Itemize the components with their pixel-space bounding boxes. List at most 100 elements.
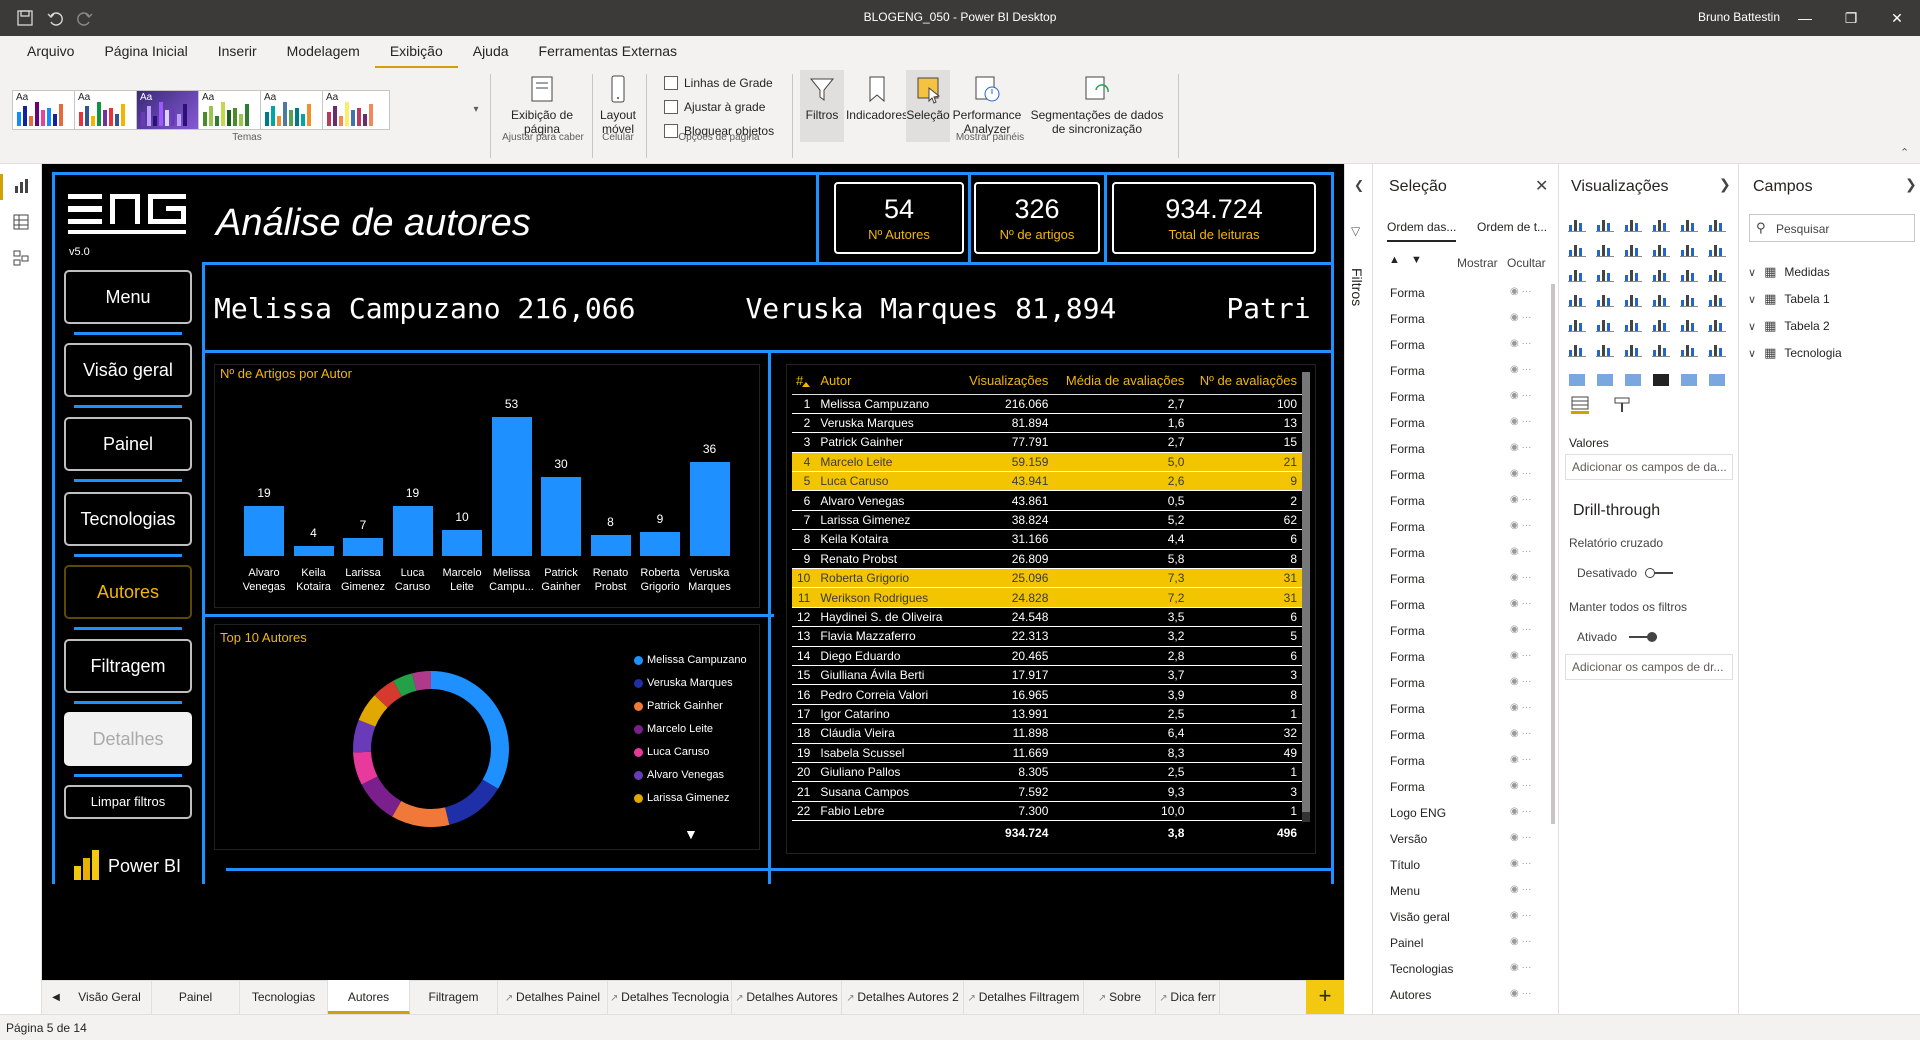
format-paint-icon[interactable] (1613, 396, 1631, 414)
eye-icon[interactable]: ◉ ··· (1510, 286, 1532, 297)
close-icon[interactable]: ✕ (1535, 176, 1548, 196)
chevron-down-icon[interactable]: ∨ (1748, 320, 1756, 333)
selection-item[interactable]: Forma ◉ ··· (1390, 728, 1540, 742)
visual-type-icon[interactable] (1708, 241, 1726, 257)
gridlines-checkbox[interactable]: Linhas de Grade (664, 76, 773, 90)
selection-item[interactable]: Forma ◉ ··· (1390, 416, 1540, 430)
page-tab-11[interactable]: ↗ Dica ferr (1156, 980, 1220, 1014)
visual-type-icon[interactable] (1624, 341, 1642, 357)
selection-item[interactable]: Forma ◉ ··· (1390, 520, 1540, 534)
page-tab-9[interactable]: ↗ Detalhes Filtragem (964, 980, 1084, 1014)
table-row[interactable]: 22 Fabio Lebre 7.300 10,0 1 (792, 801, 1302, 822)
eye-icon[interactable]: ◉ ··· (1510, 962, 1532, 973)
field-table-item[interactable]: ∨ ▦ Tecnologia (1748, 345, 1842, 361)
visual-type-icon[interactable] (1596, 216, 1614, 232)
eye-icon[interactable]: ◉ ··· (1510, 936, 1532, 947)
legend-item[interactable]: Larissa Gimenez (634, 792, 730, 804)
performance-analyzer-button[interactable]: Performance Analyzer (950, 74, 1024, 136)
nav-menu-button[interactable]: Menu (64, 270, 192, 324)
column-header[interactable]: Visualizações (960, 368, 1054, 395)
eye-icon[interactable]: ◉ ··· (1510, 702, 1532, 713)
custom-visual-icon[interactable] (1708, 372, 1726, 388)
custom-visual-icon[interactable] (1652, 372, 1670, 388)
keep-filters-toggle[interactable] (1629, 632, 1657, 642)
visual-type-icon[interactable] (1652, 266, 1670, 282)
selection-item[interactable]: Painel ◉ ··· (1390, 936, 1540, 950)
legend-item[interactable]: Alvaro Venegas (634, 769, 724, 781)
visual-type-icon[interactable] (1568, 291, 1586, 307)
visual-type-icon[interactable] (1680, 216, 1698, 232)
visual-type-icon[interactable] (1624, 266, 1642, 282)
eye-icon[interactable]: ◉ ··· (1510, 884, 1532, 895)
filters-pane-collapsed[interactable]: ❮ ▽ Filtros (1344, 164, 1372, 980)
chevron-down-icon[interactable]: ∨ (1748, 293, 1756, 306)
visual-type-icon[interactable] (1596, 241, 1614, 257)
table-row[interactable]: 21 Susana Campos 7.592 9,3 3 (792, 781, 1302, 802)
selection-item[interactable]: Forma ◉ ··· (1390, 676, 1540, 690)
bar[interactable] (293, 545, 334, 556)
ribbon-tab-0[interactable]: Arquivo (12, 36, 89, 68)
table-row[interactable]: 12 Haydinei S. de Oliveira 24.548 3,5 6 (792, 607, 1302, 628)
chevron-down-icon[interactable]: ∨ (1748, 266, 1756, 279)
selection-item[interactable]: Autores ◉ ··· (1390, 988, 1540, 1002)
selection-scrollbar[interactable] (1551, 284, 1555, 824)
custom-visual-icon[interactable] (1680, 372, 1698, 388)
visual-type-icon[interactable] (1680, 291, 1698, 307)
visual-type-icon[interactable] (1652, 241, 1670, 257)
table-row[interactable]: 16 Pedro Correia Valori 16.965 3,9 8 (792, 684, 1302, 705)
selection-item[interactable]: Forma ◉ ··· (1390, 754, 1540, 768)
column-header[interactable]: Nº de avaliações (1189, 368, 1302, 395)
visual-type-icon[interactable] (1652, 316, 1670, 332)
page-tab-8[interactable]: ↗ Detalhes Autores 2 (842, 980, 964, 1014)
hide-all-button[interactable]: Ocultar (1507, 256, 1546, 270)
table-row[interactable]: 14 Diego Eduardo 20.465 2,8 6 (792, 646, 1302, 666)
chevron-down-icon[interactable]: ∨ (1748, 347, 1756, 360)
ribbon-tab-1[interactable]: Página Inicial (89, 36, 202, 68)
chevron-left-icon[interactable]: ❮ (1354, 178, 1364, 192)
donut-slice[interactable] (392, 801, 450, 827)
close-icon[interactable]: ✕ (1874, 0, 1920, 36)
eye-icon[interactable]: ◉ ··· (1510, 520, 1532, 531)
legend-item[interactable]: Veruska Marques (634, 677, 733, 689)
clear-filters-button[interactable]: Limpar filtros (64, 785, 192, 819)
visual-type-icon[interactable] (1624, 316, 1642, 332)
data-view-icon[interactable] (13, 214, 29, 230)
column-header[interactable]: Média de avaliações (1053, 368, 1190, 395)
selection-item[interactable]: Visão geral ◉ ··· (1390, 910, 1540, 924)
selection-item[interactable]: Forma ◉ ··· (1390, 494, 1540, 508)
table-row[interactable]: 9 Renato Probst 26.809 5,8 8 (792, 549, 1302, 570)
legend-item[interactable]: Marcelo Leite (634, 723, 713, 735)
selection-item[interactable]: Menu ◉ ··· (1390, 884, 1540, 898)
column-header[interactable]: # (792, 368, 817, 395)
page-view-button[interactable]: Exibição de página (502, 74, 582, 136)
selection-item[interactable]: Versão ◉ ··· (1390, 832, 1540, 846)
eye-icon[interactable]: ◉ ··· (1510, 494, 1532, 505)
bar[interactable] (343, 537, 383, 556)
nav-filtragem-button[interactable]: Filtragem (64, 639, 192, 693)
eye-icon[interactable]: ◉ ··· (1510, 988, 1532, 999)
theme-swatch-1[interactable]: Aa (74, 90, 142, 130)
theme-swatch-3[interactable]: Aa (198, 90, 266, 130)
eye-icon[interactable]: ◉ ··· (1510, 416, 1532, 427)
selection-item[interactable]: Forma ◉ ··· (1390, 442, 1540, 456)
table-row[interactable]: 19 Isabela Scussel 11.669 8,3 49 (792, 743, 1302, 763)
report-view-icon[interactable] (13, 178, 29, 194)
eye-icon[interactable]: ◉ ··· (1510, 858, 1532, 869)
snap-grid-checkbox[interactable]: Ajustar à grade (664, 100, 765, 114)
selection-item[interactable]: Forma ◉ ··· (1390, 624, 1540, 638)
chevron-right-icon[interactable]: ❯ (1905, 176, 1917, 193)
search-input[interactable]: Pesquisar (1776, 222, 1829, 236)
custom-visual-icon[interactable] (1568, 372, 1586, 388)
selection-item[interactable]: Forma ◉ ··· (1390, 364, 1540, 378)
visual-type-icon[interactable] (1624, 291, 1642, 307)
nav-painel-button[interactable]: Painel (64, 417, 192, 471)
eye-icon[interactable]: ◉ ··· (1510, 546, 1532, 557)
field-table-item[interactable]: ∨ ▦ Tabela 2 (1748, 318, 1830, 334)
selection-item[interactable]: Forma ◉ ··· (1390, 312, 1540, 326)
theme-swatch-2[interactable]: Aa (136, 90, 204, 130)
eye-icon[interactable]: ◉ ··· (1510, 780, 1532, 791)
bar[interactable] (491, 417, 532, 556)
table-row[interactable]: 6 Alvaro Venegas 43.861 0,5 2 (792, 490, 1302, 511)
visual-type-icon[interactable] (1596, 341, 1614, 357)
legend-item[interactable]: Patrick Gainher (634, 700, 723, 712)
